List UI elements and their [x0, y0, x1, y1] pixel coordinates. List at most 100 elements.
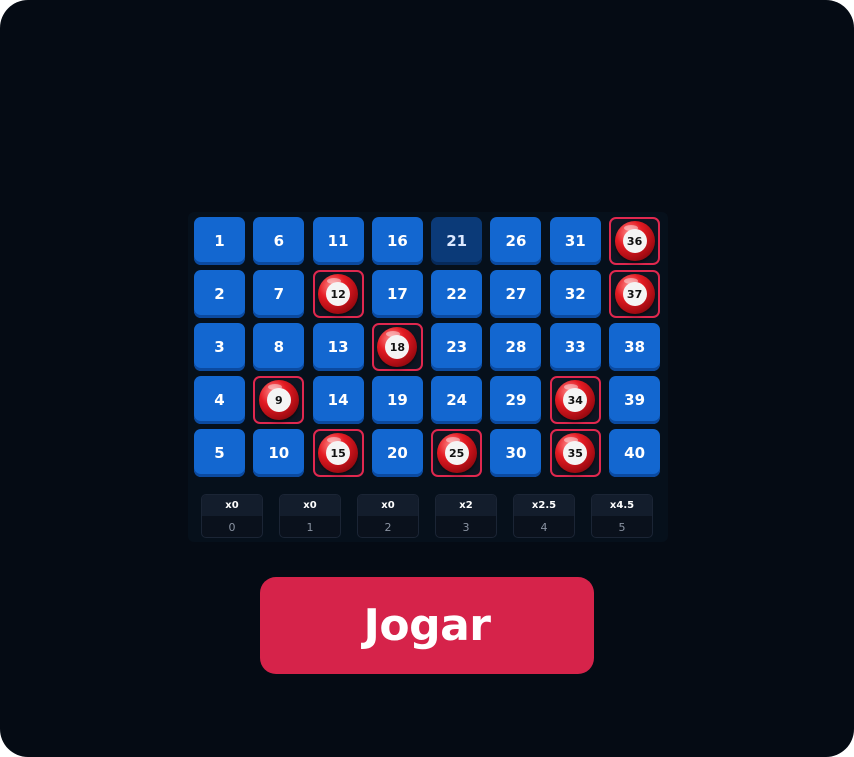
- number-cell-33[interactable]: 33: [549, 323, 601, 371]
- number-cell-8[interactable]: 8: [253, 323, 305, 371]
- number-cell-28[interactable]: 28: [490, 323, 542, 371]
- cell-number: 21: [446, 232, 468, 250]
- paytable-entry: x0 0: [201, 494, 263, 538]
- cell-number: 39: [624, 391, 646, 409]
- number-cell-25[interactable]: 25: [431, 429, 483, 477]
- number-cell-32[interactable]: 32: [549, 270, 601, 318]
- number-cell-14[interactable]: 14: [312, 376, 364, 424]
- drawn-ball-icon: 9: [258, 380, 299, 420]
- drawn-ball-icon: 18: [377, 327, 418, 367]
- number-cell-19[interactable]: 19: [371, 376, 423, 424]
- number-cell-4[interactable]: 4: [194, 376, 245, 424]
- number-cell-15[interactable]: 15: [312, 429, 364, 477]
- cell-number: 20: [386, 444, 408, 462]
- paytable-multiplier: x0: [202, 495, 262, 516]
- cell-number: 10: [268, 444, 290, 462]
- number-cell-38[interactable]: 38: [609, 323, 661, 371]
- paytable-multiplier: x0: [358, 495, 418, 516]
- number-cell-29[interactable]: 29: [490, 376, 542, 424]
- ball-number: 35: [563, 441, 588, 465]
- game-panel: 1 2 3 4 5 6 7 8 9 10 11 12 13 14 15 16 17 18 19 20 21 22 23 24 2…: [0, 0, 854, 757]
- cell-number: 16: [386, 232, 408, 250]
- number-cell-27[interactable]: 27: [490, 270, 542, 318]
- number-cell-1[interactable]: 1: [194, 217, 245, 265]
- paytable-entry: x0 2: [357, 494, 419, 538]
- paytable-multiplier: x0: [280, 495, 340, 516]
- paytable-multiplier: x4.5: [592, 495, 652, 516]
- cell-number: 32: [564, 285, 586, 303]
- drawn-ball-icon: 25: [436, 433, 477, 473]
- paytable-hits: 2: [384, 520, 392, 534]
- number-cell-26[interactable]: 26: [490, 217, 542, 265]
- paytable-entry: x0 1: [279, 494, 341, 538]
- number-cell-22[interactable]: 22: [431, 270, 483, 318]
- number-cell-23[interactable]: 23: [431, 323, 483, 371]
- number-cell-13[interactable]: 13: [312, 323, 364, 371]
- number-cell-34[interactable]: 34: [549, 376, 601, 424]
- number-cell-9[interactable]: 9: [253, 376, 305, 424]
- cell-number: 19: [386, 391, 408, 409]
- cell-number: 4: [214, 391, 225, 409]
- cell-number: 7: [273, 285, 285, 303]
- play-button[interactable]: Jogar: [260, 577, 594, 674]
- cell-number: 14: [327, 391, 349, 409]
- cell-number: 33: [564, 338, 586, 356]
- drawn-ball-icon: 12: [318, 274, 359, 314]
- cell-number: 8: [273, 338, 285, 356]
- cell-number: 31: [564, 232, 586, 250]
- cell-number: 30: [505, 444, 527, 462]
- cell-number: 17: [386, 285, 408, 303]
- paytable-hits: 5: [618, 520, 626, 534]
- paytable-entry: x2 3: [435, 494, 497, 538]
- drawn-ball-icon: 34: [555, 380, 596, 420]
- number-cell-20[interactable]: 20: [371, 429, 423, 477]
- number-cell-11[interactable]: 11: [312, 217, 364, 265]
- cell-number: 38: [624, 338, 646, 356]
- cell-number: 27: [505, 285, 527, 303]
- cell-number: 13: [327, 338, 349, 356]
- drawn-ball-icon: 35: [555, 433, 596, 473]
- cell-number: 1: [214, 232, 225, 250]
- number-cell-31[interactable]: 31: [549, 217, 601, 265]
- ball-number: 34: [563, 388, 588, 412]
- number-cell-35[interactable]: 35: [549, 429, 601, 477]
- number-cell-36[interactable]: 36: [609, 217, 661, 265]
- ball-number: 15: [326, 441, 351, 465]
- cell-number: 23: [446, 338, 468, 356]
- number-cell-17[interactable]: 17: [371, 270, 423, 318]
- number-cell-39[interactable]: 39: [609, 376, 661, 424]
- drawn-ball-icon: 37: [614, 274, 655, 314]
- cell-number: 5: [214, 444, 225, 462]
- number-cell-5[interactable]: 5: [194, 429, 245, 477]
- cell-number: 26: [505, 232, 527, 250]
- cell-number: 29: [505, 391, 527, 409]
- number-cell-40[interactable]: 40: [609, 429, 661, 477]
- paytable-hits: 0: [228, 520, 236, 534]
- ball-number: 37: [622, 282, 647, 306]
- number-cell-6[interactable]: 6: [253, 217, 305, 265]
- drawn-ball-icon: 36: [614, 221, 655, 261]
- ball-number: 25: [444, 441, 469, 465]
- ball-number: 36: [622, 229, 647, 253]
- number-cell-24[interactable]: 24: [431, 376, 483, 424]
- paytable-entry: x2.5 4: [513, 494, 575, 538]
- paytable-hits: 1: [306, 520, 314, 534]
- number-cell-7[interactable]: 7: [253, 270, 305, 318]
- paytable-hits: 3: [462, 520, 470, 534]
- number-cell-16[interactable]: 16: [371, 217, 423, 265]
- cell-number: 2: [214, 285, 225, 303]
- number-cell-10[interactable]: 10: [253, 429, 305, 477]
- number-cell-37[interactable]: 37: [609, 270, 661, 318]
- number-cell-3[interactable]: 3: [194, 323, 245, 371]
- number-cell-2[interactable]: 2: [194, 270, 245, 318]
- number-cell-21[interactable]: 21: [431, 217, 483, 265]
- cell-number: 11: [327, 232, 349, 250]
- number-cell-12[interactable]: 12: [312, 270, 364, 318]
- paytable-multiplier: x2: [436, 495, 496, 516]
- number-cell-30[interactable]: 30: [490, 429, 542, 477]
- paytable-entry: x4.5 5: [591, 494, 653, 538]
- cell-number: 6: [273, 232, 285, 250]
- cell-number: 3: [214, 338, 225, 356]
- number-cell-18[interactable]: 18: [371, 323, 423, 371]
- number-grid: 1 2 3 4 5 6 7 8 9 10 11 12 13 14 15 16 17 18 19 20 21 22 23 24 2…: [194, 217, 662, 481]
